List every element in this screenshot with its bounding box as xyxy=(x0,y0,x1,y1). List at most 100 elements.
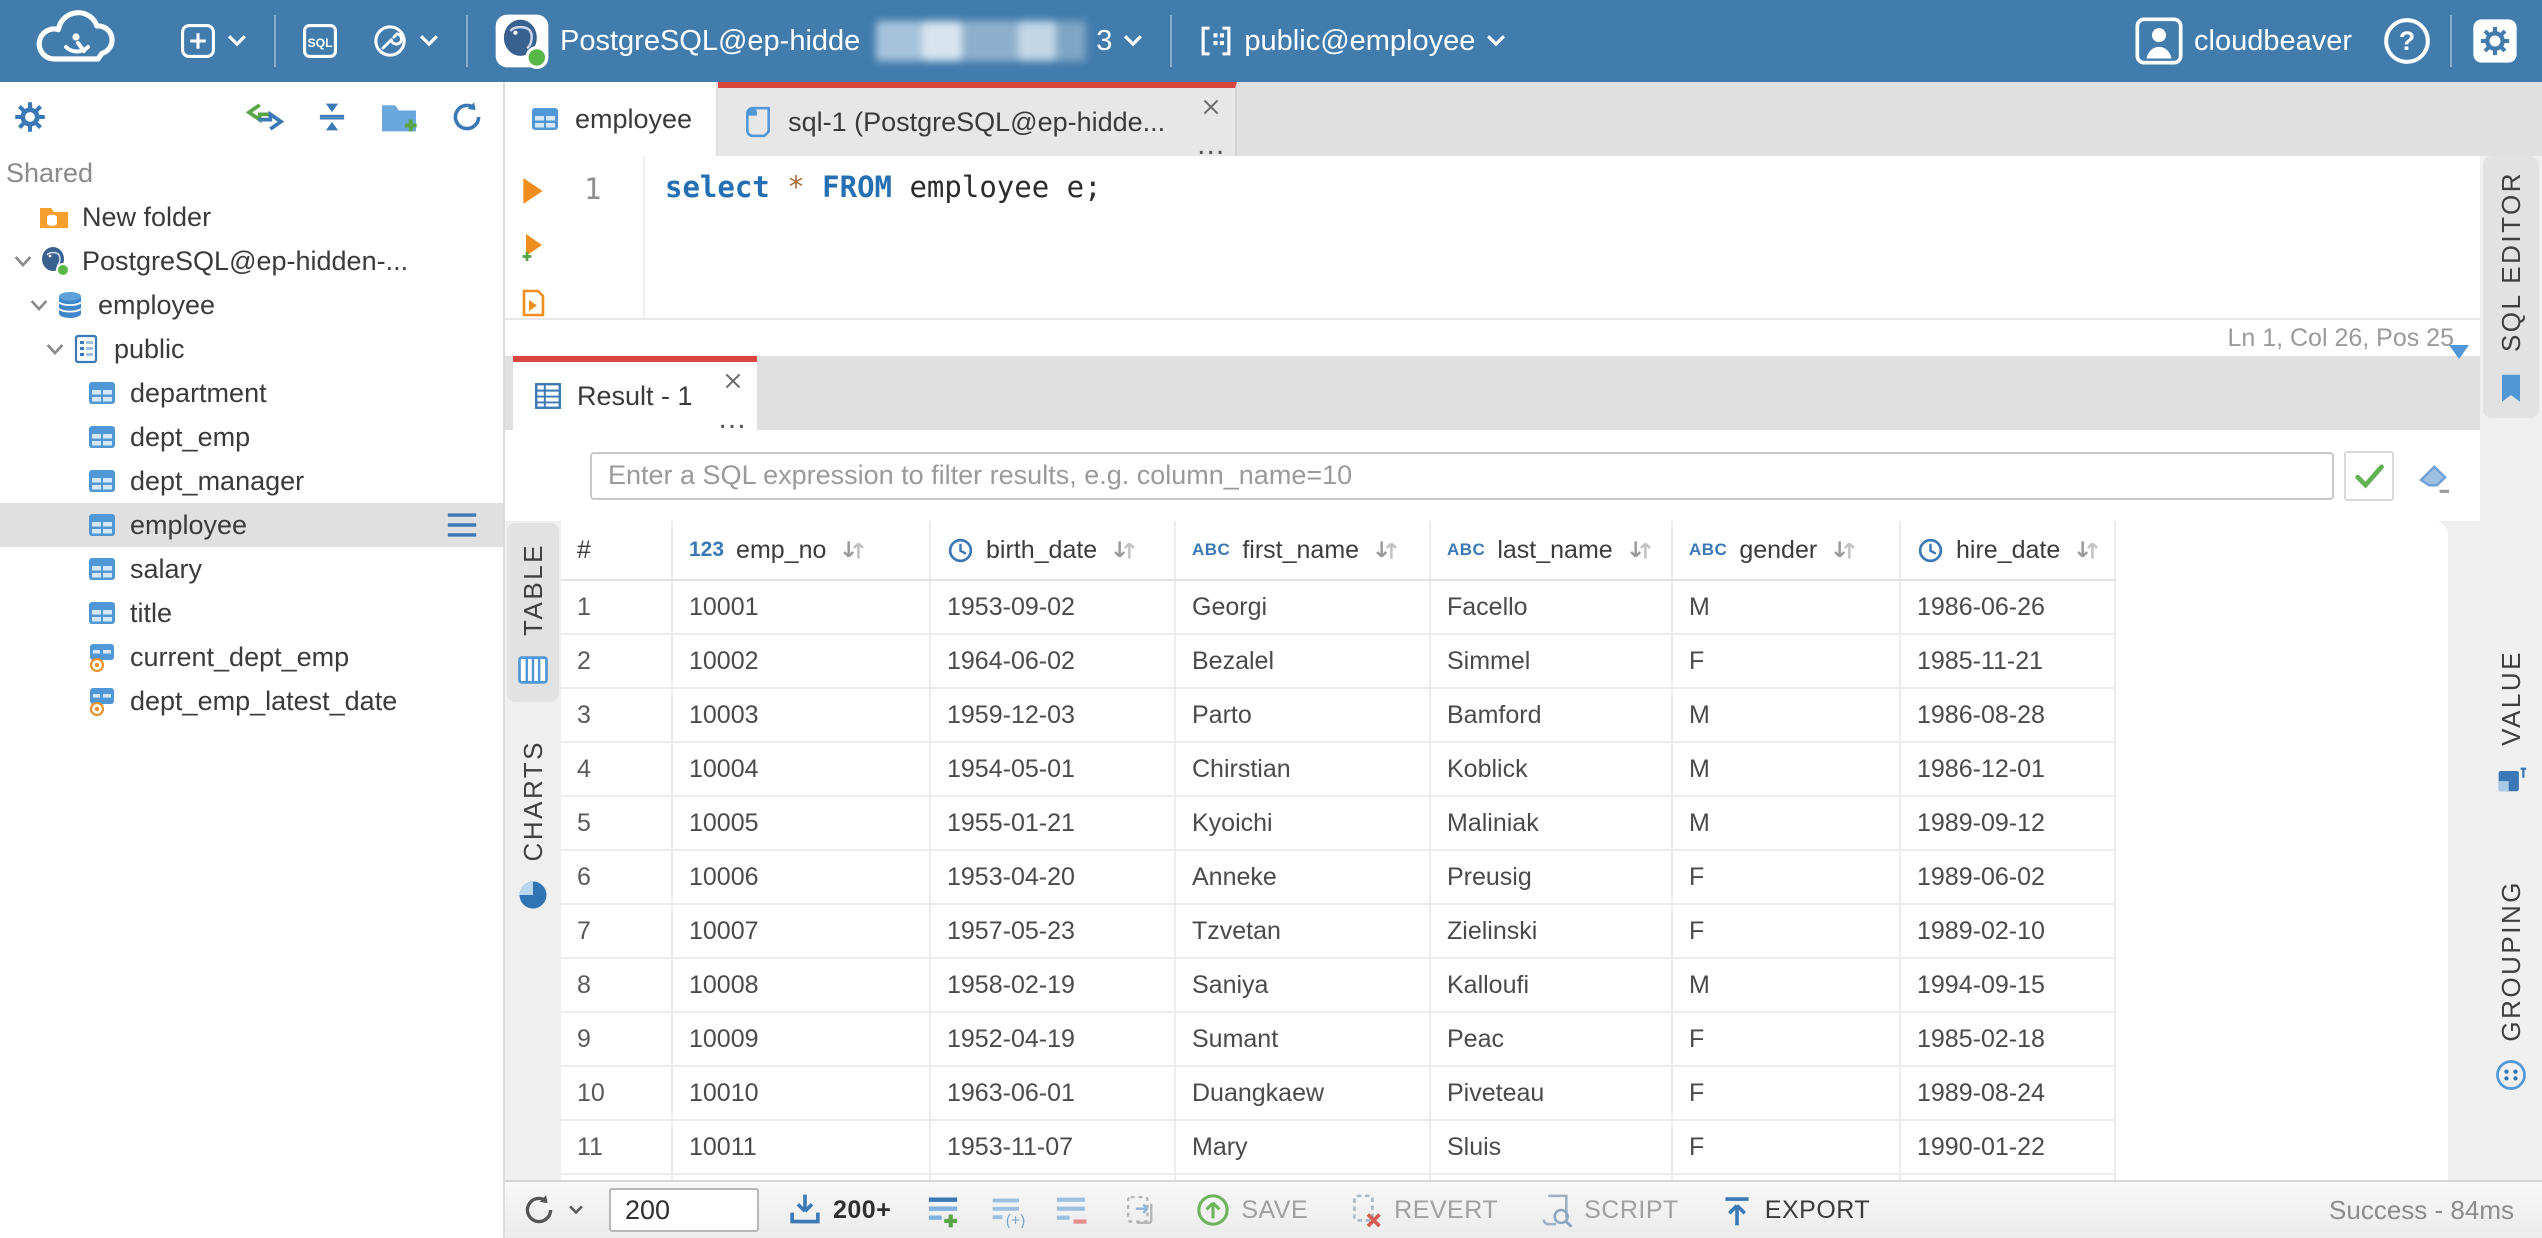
data-cell[interactable]: Koblick xyxy=(1431,743,1673,795)
data-cell[interactable]: 10004 xyxy=(673,743,931,795)
data-cell[interactable]: Maliniak xyxy=(1431,797,1673,849)
revert-button[interactable]: REVERT xyxy=(1348,1192,1498,1228)
data-cell[interactable]: M xyxy=(1673,959,1901,1011)
tree-item-dept-emp-latest-date[interactable]: dept_emp_latest_date xyxy=(0,679,503,723)
data-cell[interactable]: F xyxy=(1673,905,1901,957)
data-cell[interactable]: 1953-04-20 xyxy=(931,851,1176,903)
refresh-tree-button[interactable] xyxy=(449,99,485,140)
new-folder-button[interactable] xyxy=(379,100,419,139)
help-button[interactable]: ? xyxy=(2382,16,2432,66)
data-cell[interactable]: 10005 xyxy=(673,797,931,849)
data-cell[interactable]: 1986-06-26 xyxy=(1901,581,2116,633)
table-row[interactable]: 1 10001 1953-09-02 Georgi Facello M 1986-06-26 xyxy=(561,581,2116,635)
data-cell[interactable]: 10012 xyxy=(673,1175,931,1180)
table-row[interactable]: 3 10003 1959-12-03 Parto Bamford M 1986-08-28 xyxy=(561,689,2116,743)
tab-value-panel[interactable]: VALUE xyxy=(2483,630,2539,812)
add-row-icon[interactable] xyxy=(925,1192,961,1228)
data-cell[interactable]: Parto xyxy=(1176,689,1431,741)
refresh-result-button[interactable] xyxy=(521,1192,585,1228)
tab-employee[interactable]: employee xyxy=(505,82,719,156)
column-header-hire_date[interactable]: hire_date xyxy=(1901,521,2116,579)
data-cell[interactable]: F xyxy=(1673,1067,1901,1119)
execute-new-tab-icon[interactable] xyxy=(518,232,548,262)
code-area[interactable]: select * FROM employee e; xyxy=(645,156,2480,318)
tab-result-1[interactable]: Result - 1 ... xyxy=(513,356,757,434)
data-cell[interactable]: 1986-12-01 xyxy=(1901,743,2116,795)
data-cell[interactable]: M xyxy=(1673,743,1901,795)
table-row[interactable]: 9 10009 1952-04-19 Sumant Peac F 1985-02-18 xyxy=(561,1013,2116,1067)
data-cell[interactable]: 1958-02-19 xyxy=(931,959,1176,1011)
user-menu[interactable]: cloudbeaver xyxy=(2134,16,2352,66)
data-cell[interactable]: Facello xyxy=(1431,581,1673,633)
sql-editor[interactable]: 1 select * FROM employee e; xyxy=(505,156,2480,318)
tree-item-dept-manager[interactable]: dept_manager xyxy=(0,459,503,503)
table-row[interactable]: 8 10008 1958-02-19 Saniya Kalloufi M 1994-09-1… xyxy=(561,959,2116,1013)
data-cell[interactable]: 1992-12-18 xyxy=(1901,1175,2116,1180)
column-header-birth_date[interactable]: birth_date xyxy=(931,521,1176,579)
data-cell[interactable]: Duangkaew xyxy=(1176,1067,1431,1119)
driver-tools-button[interactable] xyxy=(372,23,440,59)
data-cell[interactable]: Mary xyxy=(1176,1121,1431,1173)
item-menu-icon[interactable] xyxy=(445,512,479,538)
tab-sql-editor-panel[interactable]: SQL EDITOR xyxy=(2483,156,2539,418)
data-cell[interactable]: 10009 xyxy=(673,1013,931,1065)
data-cell[interactable]: M xyxy=(1673,689,1901,741)
tree-item-dept-emp[interactable]: dept_emp xyxy=(0,415,503,459)
connection-selector[interactable]: PostgreSQL@ep-hidde 3 xyxy=(494,13,1144,69)
sql-editor-button[interactable]: SQL xyxy=(302,23,338,59)
sidebar-settings-button[interactable] xyxy=(12,99,48,140)
data-cell[interactable]: Bridgland xyxy=(1431,1175,1673,1180)
close-icon[interactable] xyxy=(722,370,744,392)
data-cell[interactable]: 1989-08-24 xyxy=(1901,1067,2116,1119)
tree-item-public[interactable]: public xyxy=(0,327,503,371)
save-button[interactable]: SAVE xyxy=(1195,1192,1308,1228)
tab-sql-1[interactable]: sql-1 (PostgreSQL@ep-hidde... ... xyxy=(718,82,1238,160)
collapse-all-button[interactable] xyxy=(315,100,349,139)
data-cell[interactable]: 1985-02-18 xyxy=(1901,1013,2116,1065)
data-cell[interactable]: F xyxy=(1673,635,1901,687)
execute-script-icon[interactable] xyxy=(518,288,548,318)
data-cell[interactable]: Kyoichi xyxy=(1176,797,1431,849)
data-cell[interactable]: 1953-11-07 xyxy=(931,1121,1176,1173)
table-row[interactable]: 11 10011 1953-11-07 Mary Sluis F 1990-01-22 xyxy=(561,1121,2116,1175)
data-cell[interactable]: Zielinski xyxy=(1431,905,1673,957)
table-row[interactable]: 10 10010 1963-06-01 Duangkaew Piveteau F 1989-… xyxy=(561,1067,2116,1121)
column-header-emp_no[interactable]: 123 emp_no xyxy=(673,521,931,579)
duplicate-row-icon[interactable]: (+) xyxy=(989,1192,1025,1228)
filter-input[interactable] xyxy=(590,451,2334,500)
data-cell[interactable]: 10007 xyxy=(673,905,931,957)
table-row[interactable]: 6 10006 1953-04-20 Anneke Preusig F 1989-06-02 xyxy=(561,851,2116,905)
export-button[interactable]: EXPORT xyxy=(1719,1192,1870,1228)
data-cell[interactable]: Sluis xyxy=(1431,1121,1673,1173)
tab-charts-view[interactable]: CHARTS xyxy=(507,720,559,927)
data-cell[interactable]: 1989-02-10 xyxy=(1901,905,2116,957)
data-cell[interactable]: F xyxy=(1673,1121,1901,1173)
data-cell[interactable]: Georgi xyxy=(1176,581,1431,633)
data-cell[interactable]: M xyxy=(1673,1175,1901,1180)
chevron-expanded-icon[interactable] xyxy=(40,337,70,361)
new-object-button[interactable] xyxy=(180,23,248,59)
delete-row-icon[interactable] xyxy=(1053,1192,1089,1228)
schema-selector[interactable]: public@employee xyxy=(1198,23,1507,59)
data-cell[interactable]: Bezalel xyxy=(1176,635,1431,687)
data-cell[interactable]: 1963-06-01 xyxy=(931,1067,1176,1119)
data-cell[interactable]: 10001 xyxy=(673,581,931,633)
data-cell[interactable]: 10008 xyxy=(673,959,931,1011)
row-limit-input[interactable] xyxy=(609,1188,759,1232)
script-button[interactable]: SCRIPT xyxy=(1538,1192,1679,1228)
column-header-gender[interactable]: ABC gender xyxy=(1673,521,1901,579)
data-cell[interactable]: Sumant xyxy=(1176,1013,1431,1065)
tab-menu-icon[interactable]: ... xyxy=(719,404,747,434)
data-cell[interactable]: 1989-06-02 xyxy=(1901,851,2116,903)
data-cell[interactable]: 1957-05-23 xyxy=(931,905,1176,957)
data-cell[interactable]: M xyxy=(1673,581,1901,633)
tree-item-department[interactable]: department xyxy=(0,371,503,415)
data-cell[interactable]: 1954-05-01 xyxy=(931,743,1176,795)
copy-selection-icon[interactable] xyxy=(1123,1192,1159,1228)
table-row[interactable]: 5 10005 1955-01-21 Kyoichi Maliniak M 1989-09-… xyxy=(561,797,2116,851)
data-cell[interactable]: 1990-01-22 xyxy=(1901,1121,2116,1173)
data-cell[interactable]: Saniya xyxy=(1176,959,1431,1011)
data-cell[interactable]: 10010 xyxy=(673,1067,931,1119)
apply-filter-button[interactable] xyxy=(2344,450,2394,501)
data-cell[interactable]: 1994-09-15 xyxy=(1901,959,2116,1011)
